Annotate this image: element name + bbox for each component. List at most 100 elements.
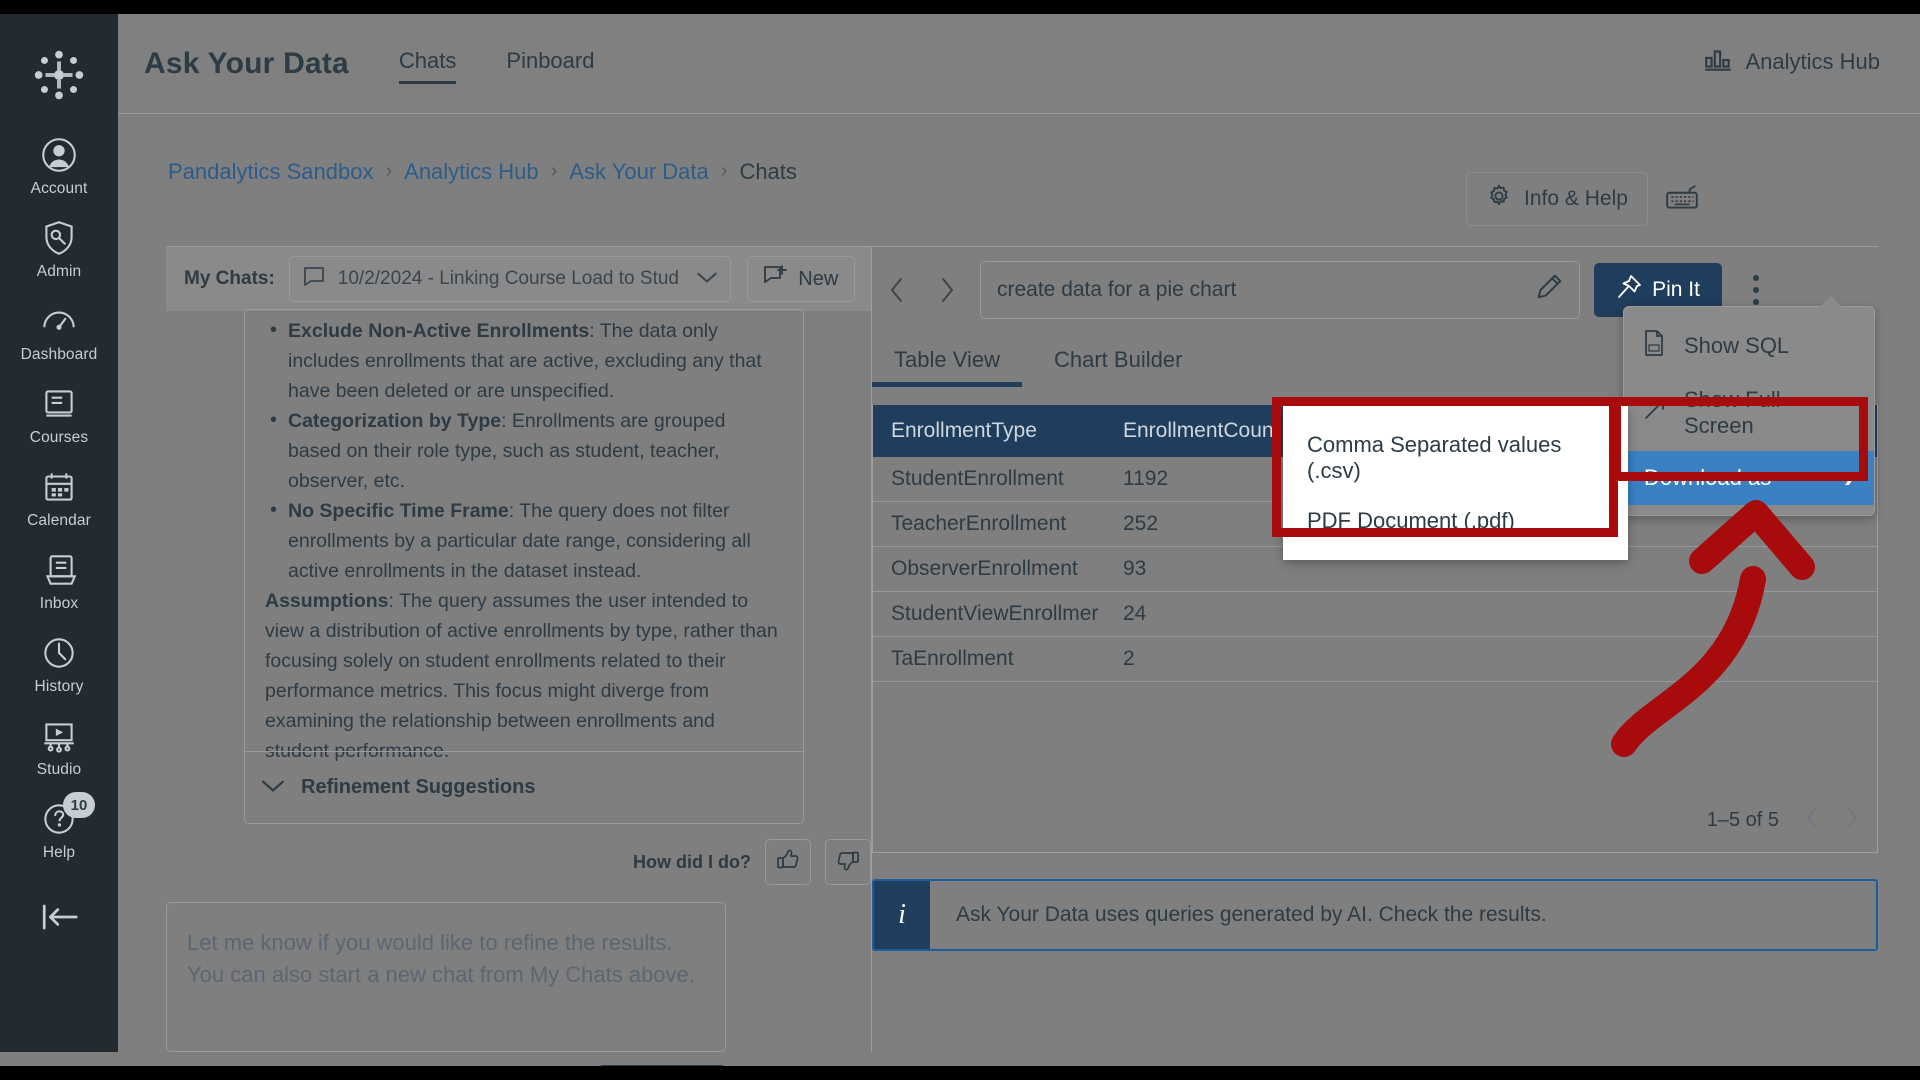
sidebar-item-account[interactable]: Account xyxy=(0,128,118,205)
pagination-prev-button[interactable] xyxy=(1805,805,1819,836)
canvas-logo-icon[interactable] xyxy=(28,44,90,106)
info-help-label: Info & Help xyxy=(1524,187,1628,210)
sidebar-item-history[interactable]: History xyxy=(0,626,118,703)
thumbs-down-button[interactable] xyxy=(825,839,871,885)
user-circle-icon xyxy=(38,134,80,176)
breadcrumb-separator: › xyxy=(720,160,728,182)
page-title: Ask Your Data xyxy=(144,46,349,80)
keyboard-icon xyxy=(1664,183,1700,216)
download-as-submenu: Comma Separated values (.csv) PDF Docume… xyxy=(1283,406,1628,560)
studio-screen-icon xyxy=(38,715,80,757)
book-icon xyxy=(38,383,80,425)
refinement-suggestions-toggle[interactable]: Refinement Suggestions xyxy=(245,751,803,823)
breadcrumb: Pandalytics Sandbox › Analytics Hub › As… xyxy=(168,159,797,185)
breadcrumb-item-2[interactable]: Ask Your Data xyxy=(569,159,708,185)
new-chat-icon xyxy=(763,264,789,294)
sidebar-item-courses[interactable]: Courses xyxy=(0,377,118,454)
collapse-left-icon[interactable] xyxy=(0,901,118,933)
sidebar-item-label: Admin xyxy=(36,263,82,280)
feedback-label: How did I do? xyxy=(633,851,751,872)
my-chats-bar: My Chats: 10/2/2024 - Linking Course Loa… xyxy=(166,247,871,311)
global-navigation: Account Admin Dashboard Courses Calendar… xyxy=(0,14,118,1052)
assistant-message-card: Exclude Non-Active Enrollments: The data… xyxy=(244,309,804,824)
tab-table-view[interactable]: Table View xyxy=(872,339,1022,387)
bullet-title: No Specific Time Frame xyxy=(288,500,509,522)
assistant-message-body: Exclude Non-Active Enrollments: The data… xyxy=(265,310,783,766)
analytics-hub-label: Analytics Hub xyxy=(1745,49,1880,74)
new-chat-label: New xyxy=(798,267,839,290)
cell-enrollment-type: TaEnrollment xyxy=(873,636,1105,682)
sidebar-item-studio[interactable]: Studio xyxy=(0,709,118,786)
prompt-input-text: Let me know if you would like to refine … xyxy=(187,930,695,987)
annotation-arrow xyxy=(1611,500,1815,757)
bullet-title: Categorization by Type xyxy=(288,410,502,432)
sidebar-item-label: Courses xyxy=(29,429,89,446)
breadcrumb-item-1[interactable]: Analytics Hub xyxy=(404,159,539,185)
info-and-help-button[interactable]: Info & Help xyxy=(1466,172,1648,226)
submit-button[interactable]: Submit xyxy=(598,1065,726,1066)
assumptions-text: : The query assumes the user intended to… xyxy=(265,590,778,762)
chat-select-value: 10/2/2024 - Linking Course Load to Stud xyxy=(337,268,679,289)
chevron-down-icon xyxy=(696,268,718,290)
breadcrumb-item-0[interactable]: Pandalytics Sandbox xyxy=(168,159,373,185)
analytics-hub-link[interactable]: Analytics Hub xyxy=(1703,46,1880,78)
keyboard-shortcuts-button[interactable] xyxy=(1656,174,1708,224)
next-query-button[interactable] xyxy=(922,265,972,315)
pagination: 1–5 of 5 xyxy=(1707,805,1859,836)
menu-item-show-sql[interactable]: Show SQL xyxy=(1624,317,1874,375)
menu-item-download-csv[interactable]: Comma Separated values (.csv) xyxy=(1283,420,1628,496)
pagination-next-button[interactable] xyxy=(1845,805,1859,836)
sidebar-item-admin[interactable]: Admin xyxy=(0,211,118,288)
sidebar-item-help[interactable]: 10 Help xyxy=(0,792,118,869)
pagination-range: 1–5 of 5 xyxy=(1706,809,1779,831)
breadcrumb-item-3: Chats xyxy=(739,158,797,184)
thumbs-down-icon xyxy=(835,847,861,878)
breadcrumb-separator: › xyxy=(550,160,558,182)
sidebar-item-label: History xyxy=(34,678,84,695)
breadcrumb-row: Pandalytics Sandbox › Analytics Hub › As… xyxy=(118,114,1920,229)
pencil-icon[interactable] xyxy=(1535,273,1563,307)
menu-item-download-pdf[interactable]: PDF Document (.pdf) xyxy=(1283,496,1628,546)
sidebar-item-label: Calendar xyxy=(27,512,91,529)
tab-chats[interactable]: Chats xyxy=(398,48,457,84)
new-chat-button[interactable]: New xyxy=(746,256,855,302)
bar-chart-icon xyxy=(1703,46,1733,78)
sidebar-item-label: Help xyxy=(42,844,76,861)
list-item: No Specific Time Frame: The query does n… xyxy=(269,495,783,586)
sidebar-item-label: Studio xyxy=(36,761,82,778)
assumptions-paragraph: Assumptions: The query assumes the user … xyxy=(265,586,783,766)
chat-panel: My Chats: 10/2/2024 - Linking Course Loa… xyxy=(166,247,871,1066)
sidebar-item-label: Account xyxy=(30,180,88,197)
tab-chart-builder[interactable]: Chart Builder xyxy=(1032,339,1204,387)
ai-disclaimer-banner: i Ask Your Data uses queries generated b… xyxy=(872,879,1878,951)
cell-enrollment-type: ObserverEnrollment xyxy=(873,546,1105,592)
shield-wrench-icon xyxy=(38,217,80,259)
menu-item-label: Show Full Screen xyxy=(1684,387,1781,438)
tab-pinboard[interactable]: Pinboard xyxy=(506,48,594,80)
menu-item-label: Show SQL xyxy=(1684,333,1790,358)
app-window: Account Admin Dashboard Courses Calendar… xyxy=(0,14,1920,1066)
query-input[interactable]: create data for a pie chart xyxy=(980,261,1580,319)
inbox-icon xyxy=(38,549,80,591)
previous-query-button[interactable] xyxy=(872,265,922,315)
calendar-icon xyxy=(38,466,80,508)
sidebar-item-calendar[interactable]: Calendar xyxy=(0,460,118,537)
thumbs-up-button[interactable] xyxy=(765,839,811,885)
bullet-title: Exclude Non-Active Enrollments xyxy=(288,320,590,342)
prompt-input[interactable]: Let me know if you would like to refine … xyxy=(166,902,726,1052)
sidebar-item-dashboard[interactable]: Dashboard xyxy=(0,294,118,371)
help-badge: 10 xyxy=(63,792,95,818)
column-header-enrollment-type[interactable]: EnrollmentType xyxy=(873,405,1105,457)
refinement-suggestions-label: Refinement Suggestions xyxy=(301,776,536,798)
list-item: Exclude Non-Active Enrollments: The data… xyxy=(269,315,783,406)
list-item: Categorization by Type: Enrollments are … xyxy=(269,405,783,496)
chat-select-dropdown[interactable]: 10/2/2024 - Linking Course Load to Stud xyxy=(288,256,731,302)
gear-icon xyxy=(1486,183,1512,215)
sidebar-item-inbox[interactable]: Inbox xyxy=(0,543,118,620)
expand-arrow-icon xyxy=(1642,398,1666,428)
cell-enrollment-type: StudentViewEnrollmer xyxy=(873,591,1105,637)
sql-file-icon xyxy=(1642,329,1666,363)
query-text: create data for a pie chart xyxy=(997,278,1237,301)
cell-enrollment-type: TeacherEnrollment xyxy=(873,501,1105,547)
menu-item-show-full-screen[interactable]: Show Full Screen xyxy=(1624,375,1874,451)
